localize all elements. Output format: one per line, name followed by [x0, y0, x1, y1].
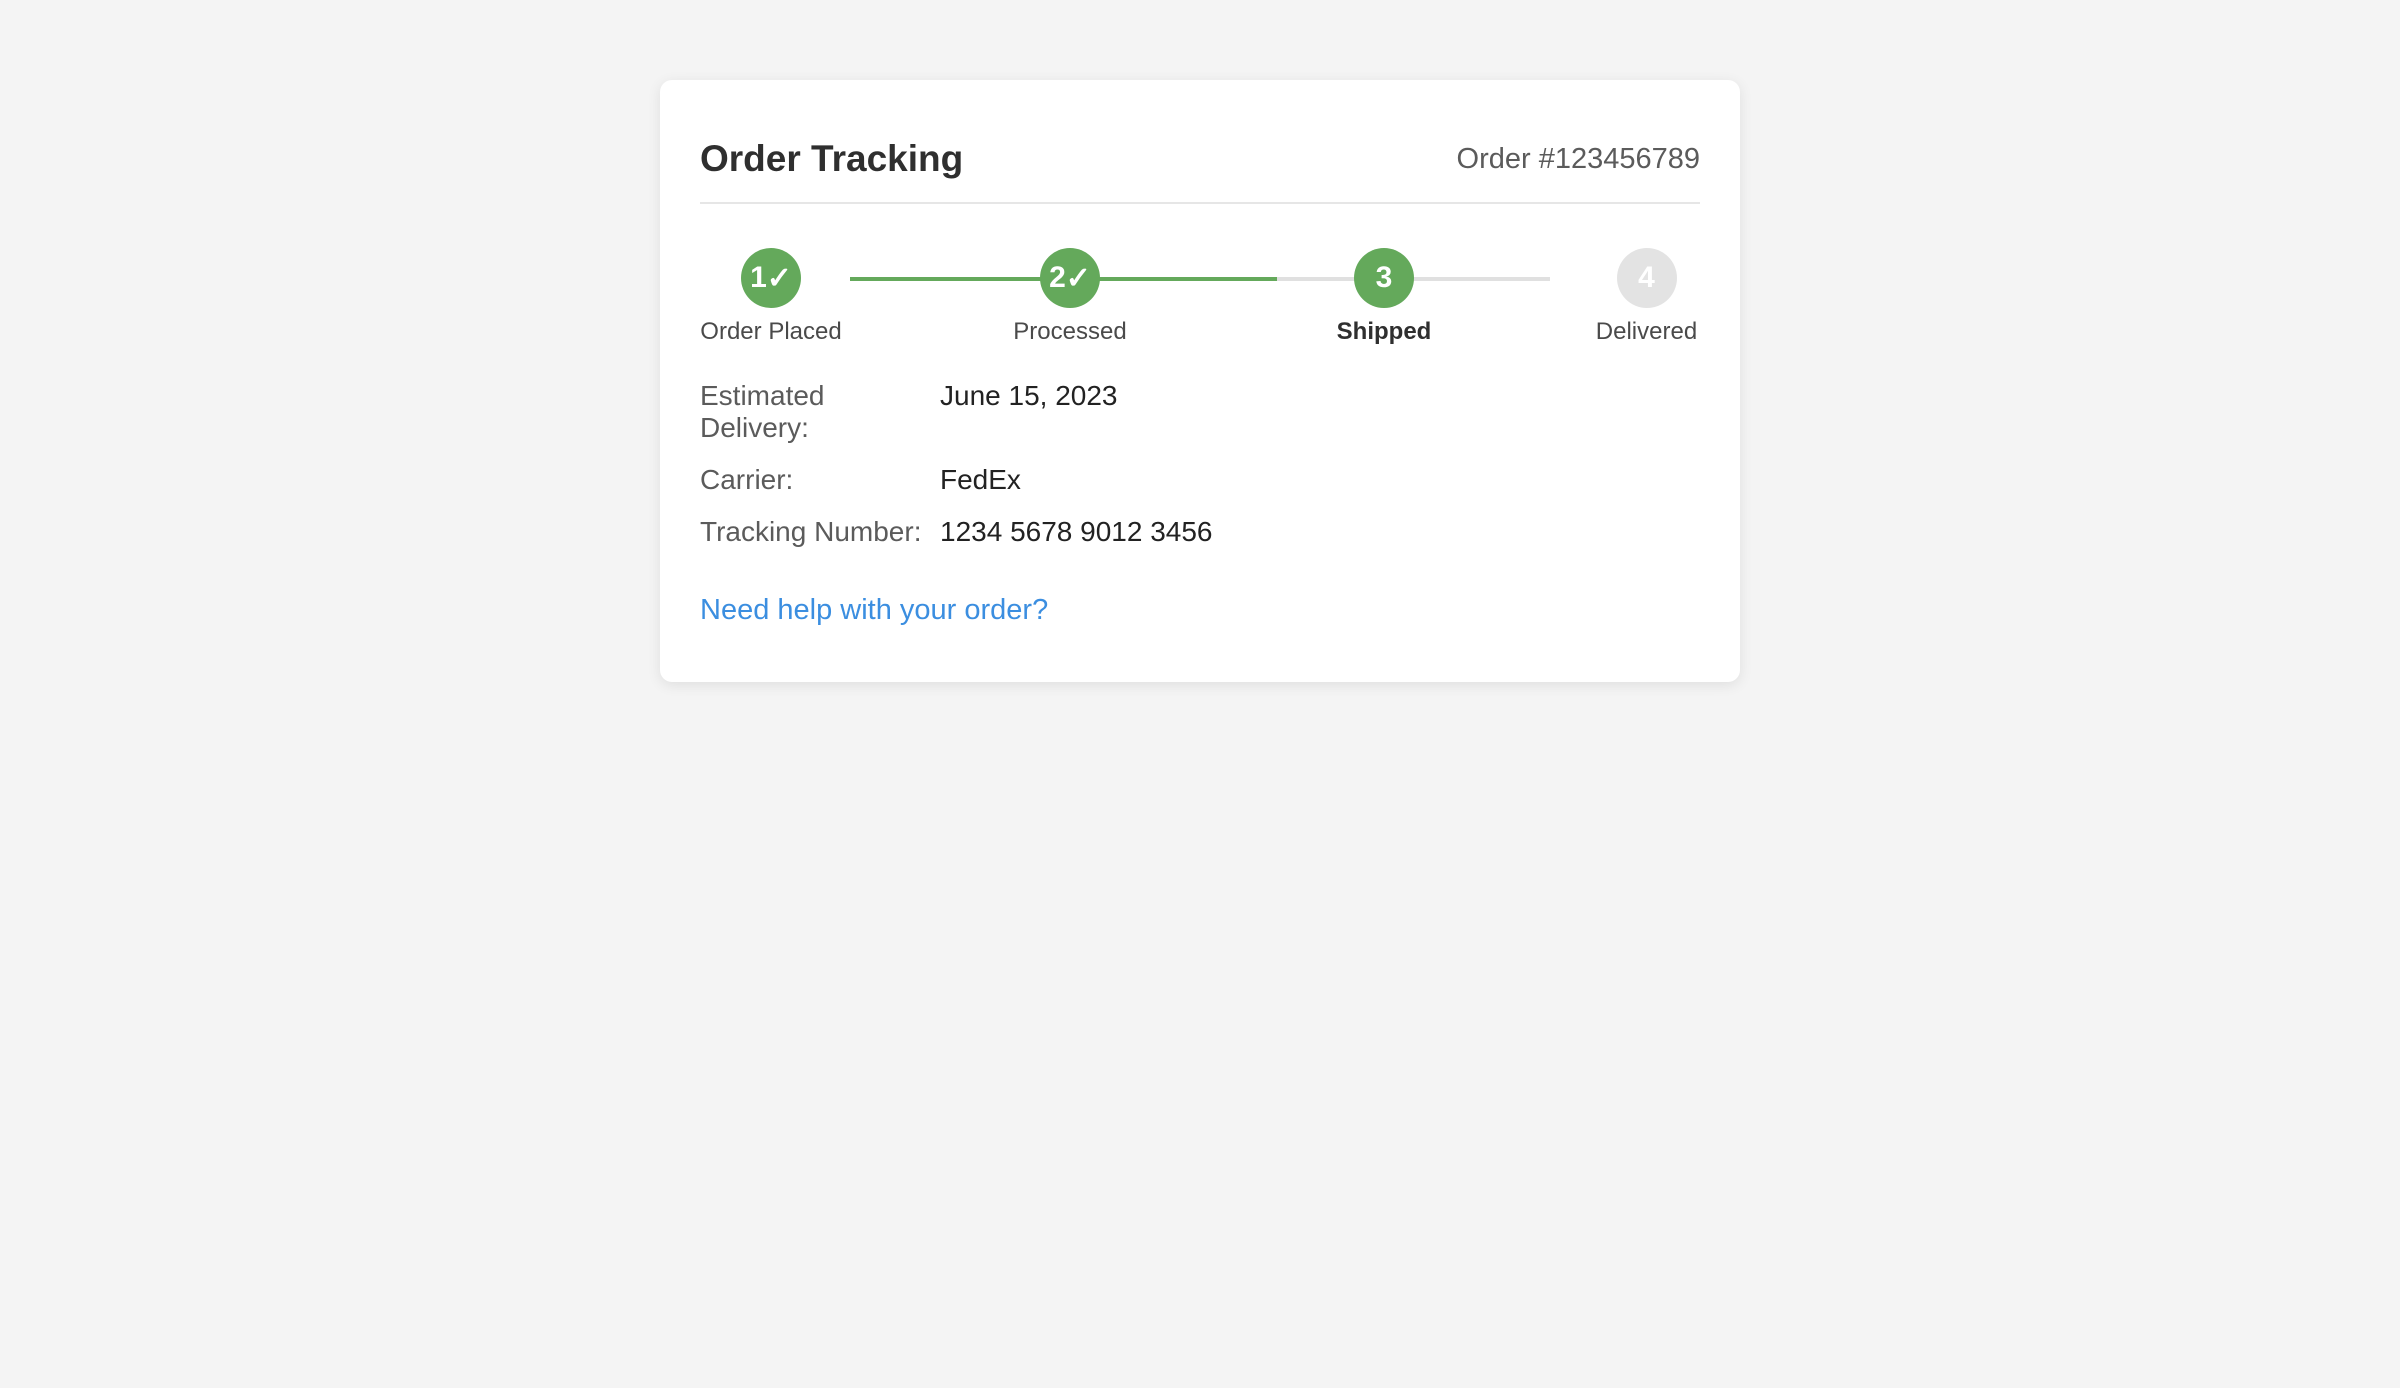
step-label: Order Placed: [700, 318, 842, 345]
step-shipped: 3 Shipped: [1328, 248, 1440, 346]
tracking-number-label: Tracking Number:: [700, 516, 922, 547]
carrier-value: FedEx: [940, 464, 1021, 495]
step-number: 4: [1638, 261, 1655, 294]
step-circle-current: 3: [1354, 248, 1414, 308]
step-number: 2: [1049, 261, 1066, 294]
step-order-placed: 1 ✓ Order Placed: [700, 248, 842, 346]
card-header: Order Tracking Order #123456789: [700, 120, 1700, 204]
order-number: Order #123456789: [1456, 142, 1700, 175]
step-circle-complete: 2 ✓: [1040, 248, 1100, 308]
step-circle-pending: 4: [1616, 248, 1677, 308]
step-label: Processed: [1013, 318, 1127, 345]
shipping-details: Estimated Delivery: June 15, 2023 Carrie…: [700, 380, 1700, 548]
carrier-label: Carrier:: [700, 464, 794, 495]
step-processed: 2 ✓ Processed: [1010, 248, 1130, 346]
tracking-number-value: 1234 5678 9012 3456: [940, 516, 1213, 547]
step-label: Delivered: [1595, 318, 1698, 345]
help-link[interactable]: Need help with your order?: [700, 594, 1048, 627]
step-number: 1: [750, 261, 767, 294]
step-number: 3: [1375, 261, 1393, 294]
order-progress-tracker: 1 ✓ Order Placed 2 ✓ Processed 3 Shipped…: [700, 233, 1700, 383]
estimated-delivery-label: Estimated Delivery:: [700, 380, 825, 443]
step-circle-complete: 1 ✓: [741, 248, 801, 308]
check-icon: ✓: [766, 261, 792, 295]
estimated-delivery-value: June 15, 2023: [940, 380, 1118, 411]
order-tracking-card: Order Tracking Order #123456789 1 ✓ Orde…: [660, 80, 1740, 682]
page-title: Order Tracking: [700, 138, 964, 179]
check-icon: ✓: [1065, 261, 1091, 295]
step-label: Shipped: [1336, 318, 1432, 345]
step-delivered: 4 Delivered: [1593, 248, 1700, 346]
